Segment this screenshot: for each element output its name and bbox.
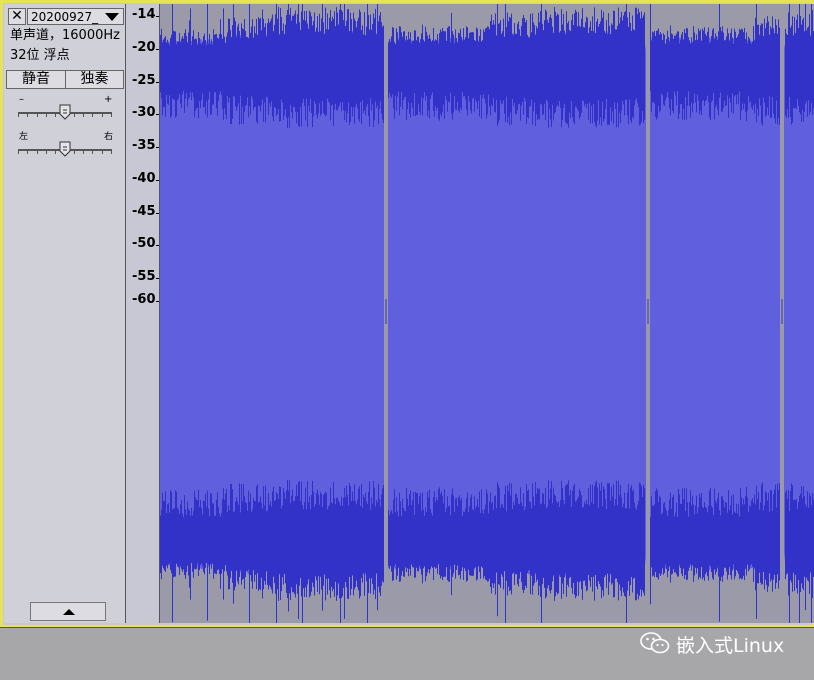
slider-tick: [111, 114, 112, 117]
track-control-panel: ✕ 20200927_ 单声道，16000Hz 32位 浮点 静音 独奏 – +…: [4, 4, 126, 623]
ruler-tick: [156, 245, 159, 246]
slider-tick: [18, 114, 19, 117]
ruler-label: -14: [132, 7, 156, 22]
pan-right-label: 右: [104, 132, 114, 142]
slider-tick: [18, 151, 19, 154]
waveform-graphic: [160, 4, 814, 623]
chevron-down-icon: [105, 13, 119, 21]
slider-tick: [101, 114, 103, 117]
solo-button[interactable]: 独奏: [65, 70, 124, 89]
close-icon: ✕: [11, 8, 23, 24]
gain-min-label: –: [19, 94, 24, 105]
ruler-tick: [156, 301, 159, 302]
channel-info: 单声道，16000Hz: [10, 28, 120, 43]
ruler-tick: [156, 16, 159, 17]
ruler-label: -20: [132, 40, 156, 55]
track-name: 20200927_: [31, 10, 99, 24]
slider-tick: [83, 114, 85, 117]
chevron-up-icon: [63, 609, 75, 615]
gain-slider-thumb[interactable]: [59, 104, 71, 120]
format-info: 32位 浮点: [10, 48, 70, 63]
slider-tick: [45, 114, 47, 117]
ruler-label: -60: [132, 292, 156, 307]
ruler-label: -45: [132, 204, 156, 219]
slider-tick: [101, 151, 103, 154]
slider-tick: [111, 151, 112, 154]
slider-tick: [73, 151, 75, 154]
track-name-menu[interactable]: 20200927_: [27, 8, 124, 25]
ruler-label: -30: [132, 105, 156, 120]
slider-tick: [45, 151, 47, 154]
slider-tick: [36, 151, 38, 154]
watermark: 嵌入式Linux: [640, 632, 784, 658]
slider-tick: [92, 114, 94, 117]
ruler-label: -55: [132, 269, 156, 284]
wechat-icon: [640, 632, 670, 661]
ruler-tick: [156, 180, 159, 181]
vertical-db-ruler[interactable]: -14 -20 -25 -30 -35 -40 -45 -50 -55 -60: [126, 4, 160, 623]
slider-tick: [27, 114, 29, 117]
ruler-tick: [156, 114, 159, 115]
slider-tick: [55, 151, 57, 154]
ruler-tick: [156, 82, 159, 83]
collapse-track-button[interactable]: [30, 602, 106, 621]
slider-tick: [36, 114, 38, 117]
waveform-area[interactable]: [160, 4, 814, 623]
slider-tick: [83, 151, 85, 154]
slider-tick: [55, 114, 57, 117]
ruler-tick: [156, 147, 159, 148]
slider-tick: [92, 151, 94, 154]
pan-slider-thumb[interactable]: [59, 141, 71, 157]
track-close-button[interactable]: ✕: [8, 8, 26, 25]
slider-tick: [27, 151, 29, 154]
ruler-label: -25: [132, 73, 156, 88]
ruler-tick: [156, 213, 159, 214]
ruler-label: -50: [132, 236, 156, 251]
ruler-label: -40: [132, 171, 156, 186]
slider-tick: [73, 114, 75, 117]
ruler-tick: [156, 278, 159, 279]
watermark-text: 嵌入式Linux: [676, 635, 785, 657]
pan-left-label: 左: [19, 132, 29, 142]
ruler-tick: [156, 49, 159, 50]
ruler-label: -35: [132, 138, 156, 153]
mute-button[interactable]: 静音: [6, 70, 66, 89]
gain-max-label: +: [104, 94, 113, 105]
